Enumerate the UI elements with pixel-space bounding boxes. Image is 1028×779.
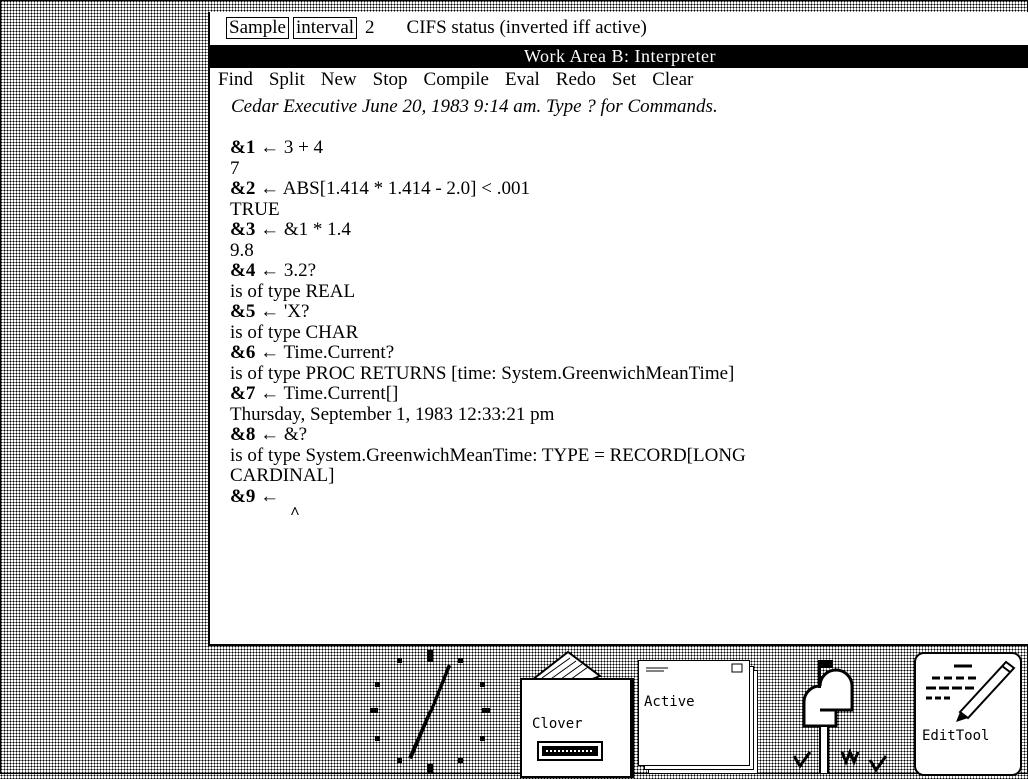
- transcript-line: &8 ← &?: [230, 424, 308, 445]
- transcript-line: 7: [230, 157, 240, 179]
- mailbox-icon[interactable]: [780, 656, 900, 775]
- prompt-number: &4: [230, 260, 256, 281]
- active-window-icon[interactable]: Active: [634, 656, 770, 774]
- prompt-number: &9: [230, 485, 256, 507]
- transcript-line: TRUE: [230, 198, 280, 220]
- transcript-area[interactable]: Cedar Executive June 20, 1983 9:14 am. T…: [210, 92, 1028, 521]
- executive-header: Cedar Executive June 20, 1983 9:14 am. T…: [231, 96, 718, 117]
- prompt-number: &2: [230, 178, 256, 199]
- menu-stop[interactable]: Stop: [373, 68, 408, 92]
- sample-button[interactable]: Sample: [226, 17, 289, 39]
- menu-clear[interactable]: Clear: [652, 68, 693, 92]
- interpreter-window: Sample interval 2 CIFS status (inverted …: [208, 12, 1028, 646]
- status-bar: Sample interval 2 CIFS status (inverted …: [210, 12, 1028, 44]
- transcript-line: is of type System.GreenwichMeanTime: TYP…: [230, 444, 746, 466]
- prompt-number: &6: [230, 342, 256, 363]
- transcript-line: is of type CHAR: [230, 321, 359, 343]
- prompt-number: &5: [230, 301, 256, 322]
- menu-compile[interactable]: Compile: [424, 68, 489, 92]
- clock-icon[interactable]: [360, 646, 500, 774]
- clover-drawer-icon[interactable]: Clover: [510, 650, 638, 778]
- transcript-line: &2 ← ABS[1.414 * 1.414 - 2.0] < .001: [230, 178, 530, 199]
- menu-find[interactable]: Find: [218, 68, 253, 92]
- transcript-line: is of type PROC RETURNS [time: System.Gr…: [230, 362, 735, 384]
- menu-bar: Find Split New Stop Compile Eval Redo Se…: [210, 68, 1028, 92]
- input-caret: ^: [290, 503, 300, 522]
- transcript-line: &4 ← 3.2?: [230, 260, 317, 281]
- menu-set[interactable]: Set: [612, 68, 636, 92]
- interval-button[interactable]: interval: [293, 17, 358, 39]
- prompt-number: &3: [230, 219, 256, 240]
- prompt-number: &7: [230, 383, 256, 404]
- menu-eval[interactable]: Eval: [505, 68, 540, 92]
- edittool-label: EditTool: [922, 728, 990, 744]
- interval-value: 2: [365, 17, 375, 38]
- transcript-line: &3 ← &1 * 1.4: [230, 219, 351, 240]
- transcript-line: &5 ← 'X?: [230, 301, 310, 322]
- clover-label: Clover: [532, 716, 583, 732]
- active-label: Active: [644, 694, 695, 710]
- window-title[interactable]: Work Area B: Interpreter: [210, 45, 1028, 68]
- cifs-status: CIFS status (inverted iff active): [406, 17, 647, 38]
- transcript-line-current: &9 ←: [230, 485, 280, 507]
- edittool-icon[interactable]: EditTool: [910, 652, 1028, 776]
- menu-new[interactable]: New: [321, 68, 357, 92]
- transcript-line: &1 ← 3 + 4: [230, 137, 324, 158]
- transcript-line: 9.8: [230, 239, 254, 261]
- transcript-line: &6 ← Time.Current?: [230, 342, 395, 363]
- menu-redo[interactable]: Redo: [556, 68, 596, 92]
- prompt-number: &8: [230, 424, 256, 445]
- menu-split[interactable]: Split: [269, 68, 305, 92]
- transcript-line: &7 ← Time.Current[]: [230, 383, 399, 404]
- prompt-number: &1: [230, 137, 256, 158]
- transcript-line: Thursday, September 1, 1983 12:33:21 pm: [230, 403, 555, 425]
- transcript-line: CARDINAL]: [230, 465, 335, 486]
- transcript-line: is of type REAL: [230, 280, 356, 302]
